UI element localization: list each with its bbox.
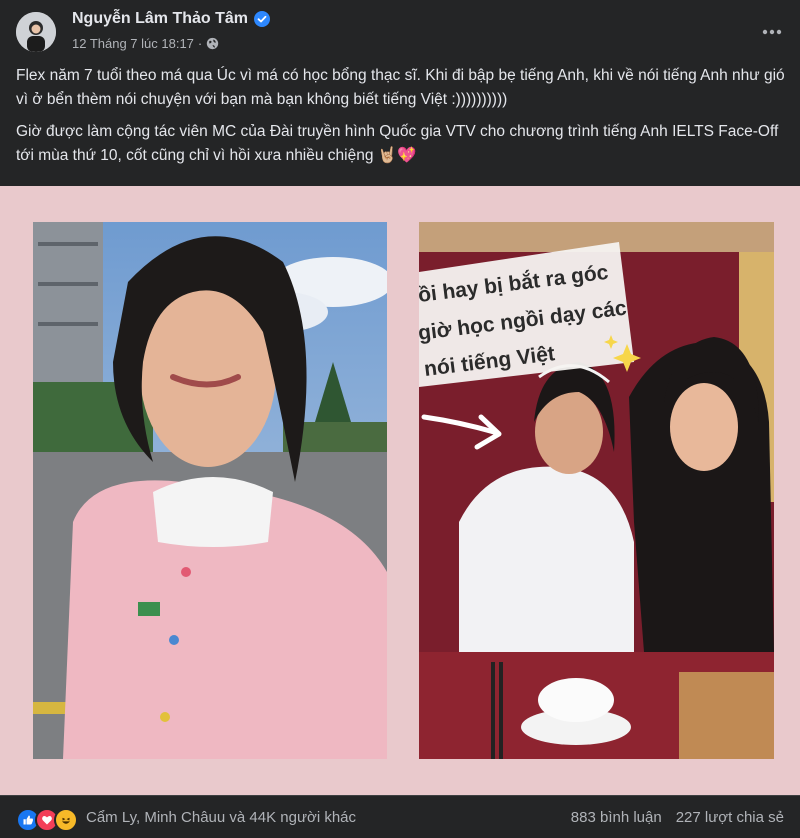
childhood-photo[interactable]: ồi hay bị bắt ra góc giờ học ngồi dạy cá…	[419, 222, 774, 759]
more-options-icon[interactable]	[758, 18, 786, 46]
post-footer: Cẩm Ly, Minh Châuu và 44K người khác 883…	[0, 795, 800, 838]
verified-badge-icon	[254, 11, 271, 27]
globe-icon	[206, 37, 219, 50]
author-avatar[interactable]	[16, 12, 56, 52]
post-body: Flex năm 7 tuổi theo má qua Úc vì má có …	[16, 64, 786, 176]
comment-count[interactable]: 883 bình luận	[571, 809, 662, 826]
post-timestamp[interactable]: 12 Tháng 7 lúc 18:17	[72, 36, 194, 51]
post-media[interactable]: ồi hay bị bắt ra góc giờ học ngồi dạy cá…	[0, 186, 800, 795]
reaction-summary[interactable]	[16, 808, 78, 832]
post-header: Nguyễn Lâm Thảo Tâm 12 Tháng 7 lúc 18:17…	[0, 0, 800, 62]
author-name[interactable]: Nguyễn Lâm Thảo Tâm	[72, 10, 248, 28]
reactors-text[interactable]: Cẩm Ly, Minh Châuu và 44K người khác	[86, 809, 356, 826]
post-paragraph: Flex năm 7 tuổi theo má qua Úc vì má có …	[16, 67, 785, 108]
selfie-photo[interactable]	[33, 222, 387, 759]
share-count[interactable]: 227 lượt chia sẻ	[676, 809, 784, 826]
haha-icon	[54, 808, 78, 832]
separator-dot: ·	[197, 36, 203, 51]
post-paragraph: Giờ được làm cộng tác viên MC của Đài tr…	[16, 123, 779, 164]
